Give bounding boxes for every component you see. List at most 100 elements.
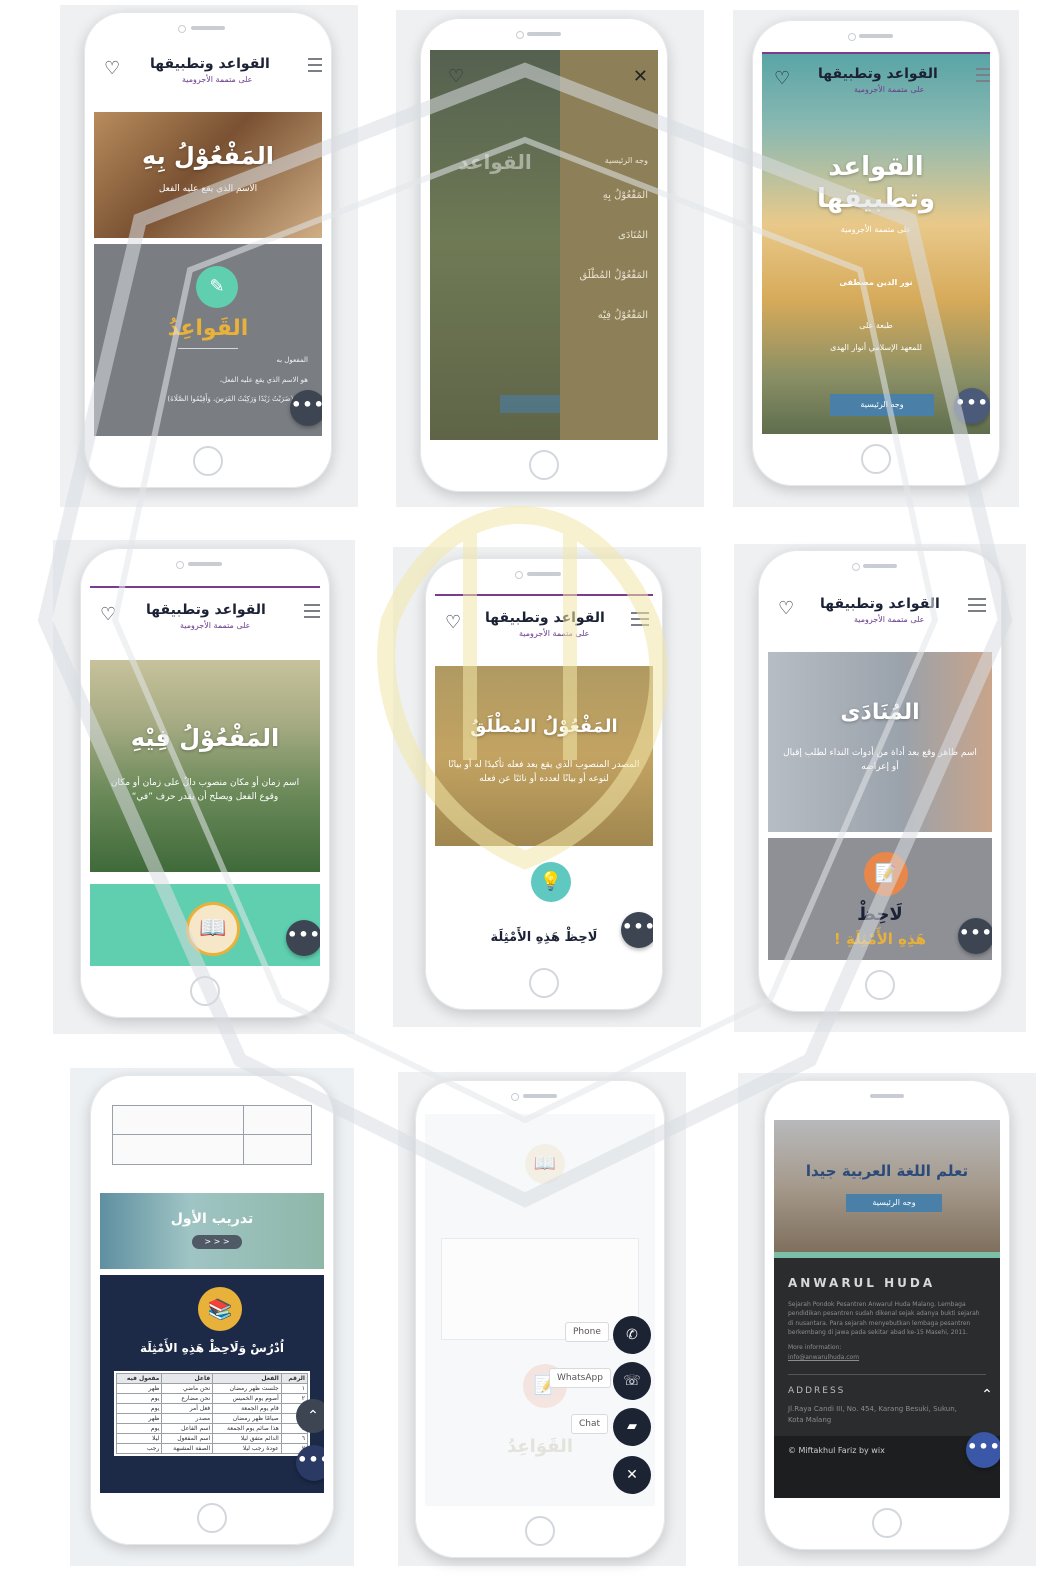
more-actions-button[interactable]: ••• (966, 1432, 1000, 1468)
home-button (529, 968, 559, 998)
table-cell: ٦ (280, 1433, 309, 1444)
brand-title[interactable]: القواعد وتطبيقها (485, 610, 605, 626)
heart-logo-icon[interactable]: ♡ (445, 614, 461, 632)
phone-1: ♡ القواعد وتطبيقها على متممة الأجرومية ا… (84, 12, 332, 488)
table-cell: يوم (115, 1393, 163, 1404)
menu-item-munada[interactable]: المُنَادَى (618, 230, 648, 241)
more-actions-button[interactable]: ••• (286, 920, 320, 956)
more-actions-button[interactable]: ••• (296, 1445, 324, 1481)
table-cell: فعل أمر (161, 1403, 214, 1414)
menu-item-maful-fih[interactable]: المَفْعُوْلُ فِيْه (598, 310, 648, 321)
table-row: ٦ الدائم متفق ليلا اسم المفعول ليلا (115, 1433, 309, 1444)
section-grey: 📝 لَاحِظْ هَذِهِ الأَمْثِلَةِ ! ••• (768, 838, 992, 960)
home-link-button[interactable]: وجه الرئيسية (830, 394, 934, 416)
table-row: ٢ أصوم يوم الخميس نحن مضارع يوم (115, 1393, 309, 1404)
divider (178, 348, 238, 349)
more-actions-button[interactable]: ••• (290, 390, 322, 426)
brand-title[interactable]: القواعد وتطبيقها (150, 56, 270, 72)
table-header-cell: مفعول فيه (115, 1373, 163, 1384)
chat-icon[interactable]: ▰ (613, 1408, 651, 1446)
phone-icon[interactable]: ✆ (613, 1316, 651, 1354)
whatsapp-label[interactable]: WhatsApp (549, 1368, 611, 1388)
table-cell: أصوم يوم الخميس (212, 1393, 282, 1404)
table-cell: ليلا (115, 1433, 163, 1444)
more-actions-button[interactable]: ••• (954, 388, 990, 424)
menu-icon[interactable] (968, 598, 986, 616)
phone-label[interactable]: Phone (565, 1322, 609, 1342)
table-cell: ظهر (115, 1383, 163, 1394)
table-row: ١ جلست ظهر رمضان نحن ماضي ظهر (115, 1383, 309, 1394)
heart-logo-icon[interactable]: ♡ (778, 600, 794, 618)
menu-item-home[interactable]: وجه الرئيسية (605, 156, 648, 165)
brand-subtitle: على متممة الأجرومية (182, 75, 253, 84)
lightbulb-icon: 💡 (531, 862, 571, 902)
menu-item-maful-mutlaq[interactable]: المَفْعُوْلُ المُطْلَق (579, 270, 648, 281)
brand-title[interactable]: القواعد وتطبيقها (146, 602, 266, 618)
site-footer: ANWARUL HUDA Sejarah Pondok Pesantren An… (774, 1258, 1000, 1498)
book-icon: 📖 (186, 902, 240, 956)
close-icon[interactable]: ✕ (633, 66, 648, 87)
banner-title: تدريب الأول (170, 1211, 254, 1227)
close-icon[interactable]: ✕ (613, 1456, 651, 1494)
table-cell: ظهر (115, 1413, 163, 1424)
menu-item-maful-bih[interactable]: المَفْعُوْلُ بِهِ (603, 190, 648, 201)
faded-table (441, 1238, 639, 1340)
table-cell: قام يوم الجمعة (212, 1403, 282, 1414)
home-link-button[interactable]: وجه الرئيسية (846, 1194, 942, 1212)
scroll-top-button[interactable]: ⌃ (970, 1378, 1000, 1412)
speaker (527, 572, 561, 576)
menu-icon[interactable] (631, 612, 649, 630)
speaker (527, 32, 561, 36)
table-cell: عودة رجب ليلا (212, 1443, 282, 1454)
table-cell: مصدر (161, 1413, 214, 1424)
hero-title: تعلم اللغة العربية جيدا (805, 1162, 969, 1180)
email-link[interactable]: info@anwarulhuda.com (788, 1354, 859, 1361)
hero-title: المُنَادَى (840, 700, 920, 725)
author-line: نور الدين مصطفى (839, 278, 913, 287)
table-cell: اسم المفعول (161, 1433, 214, 1444)
chat-label[interactable]: Chat (571, 1414, 609, 1434)
rules-section: ✎ القَواعِدُ المفعول به هو الاسم الذي يق… (94, 244, 322, 436)
phone-9-screen: تعلم اللغة العربية جيدا وجه الرئيسية ANW… (774, 1120, 1000, 1498)
dimmed-title: القواعد (458, 150, 532, 174)
menu-icon[interactable] (976, 68, 990, 86)
speaker (870, 1094, 904, 1098)
phone-6-screen: ♡ القواعد وتطبيقها على متممة الأجرومية ا… (768, 582, 992, 960)
phone-5: ♡ القواعد وتطبيقها على متممة الأجرومية ا… (425, 558, 663, 1010)
brand-subtitle: على متممة الأجرومية (854, 615, 925, 624)
more-actions-button[interactable]: ••• (958, 918, 992, 954)
more-info-label: More information: (788, 1344, 842, 1351)
hero-text: اسم ظاهر وقع بعد أداة من أدوات النداء لط… (783, 748, 977, 773)
brand-title[interactable]: القواعد وتطبيقها (820, 596, 940, 612)
more-actions-button[interactable]: ••• (621, 912, 653, 948)
whatsapp-icon[interactable]: ☏ (613, 1362, 651, 1400)
phone-2-screen: ♡ القواعد ✕ وجه الرئيسية المَفْعُوْلُ بِ… (430, 50, 658, 440)
section-teal: 📖 ••• (90, 884, 320, 966)
scroll-top-button[interactable]: ⌃ (296, 1399, 324, 1433)
home-button (872, 1508, 902, 1538)
phone-6: ♡ القواعد وتطبيقها على متممة الأجرومية ا… (758, 550, 1002, 1012)
front-camera (511, 1093, 519, 1101)
hero-banner: المَفْعُوْلُ المُطْلَقُ المصدر المنصوب ا… (435, 666, 653, 846)
notes-icon: ✎ (196, 266, 238, 308)
menu-icon[interactable] (304, 604, 320, 622)
phone-1-screen: ♡ القواعد وتطبيقها على متممة الأجرومية ا… (94, 42, 322, 436)
books-icon: 📚 (198, 1287, 242, 1331)
heart-logo-icon[interactable]: ♡ (100, 606, 116, 624)
next-button[interactable]: > > > (192, 1235, 242, 1249)
table-header-cell: فاعل (161, 1373, 214, 1384)
phone-8-screen: 📖 📝 القَوَاعِدُ Phone ✆ WhatsApp ☏ Chat … (425, 1114, 655, 1506)
front-camera (515, 571, 523, 579)
heart-logo-icon[interactable]: ♡ (104, 60, 120, 78)
rule-line-3: نحو: (ضَرَبْتُ زَيْدًا وَرَكِبْتُ الفَرَ… (167, 395, 308, 403)
site-header: ♡ القواعد وتطبيقها على متممة الأجرومية (762, 52, 990, 112)
rule-line-2: هو الاسم الذي يقع عليه الفعل، (219, 376, 308, 384)
menu-icon[interactable] (308, 58, 322, 76)
brand-title[interactable]: القواعد وتطبيقها (818, 66, 938, 82)
table-cell: جلست ظهر رمضان (212, 1383, 282, 1394)
front-camera (178, 25, 186, 33)
site-header: ♡ القواعد وتطبيقها على متممة الأجرومية (94, 42, 322, 102)
address-text: Jl.Raya Candi III, No. 454, Karang Besuk… (788, 1405, 957, 1424)
table-cell: نحن ماضي (161, 1383, 214, 1394)
heart-logo-icon[interactable]: ♡ (774, 70, 790, 88)
